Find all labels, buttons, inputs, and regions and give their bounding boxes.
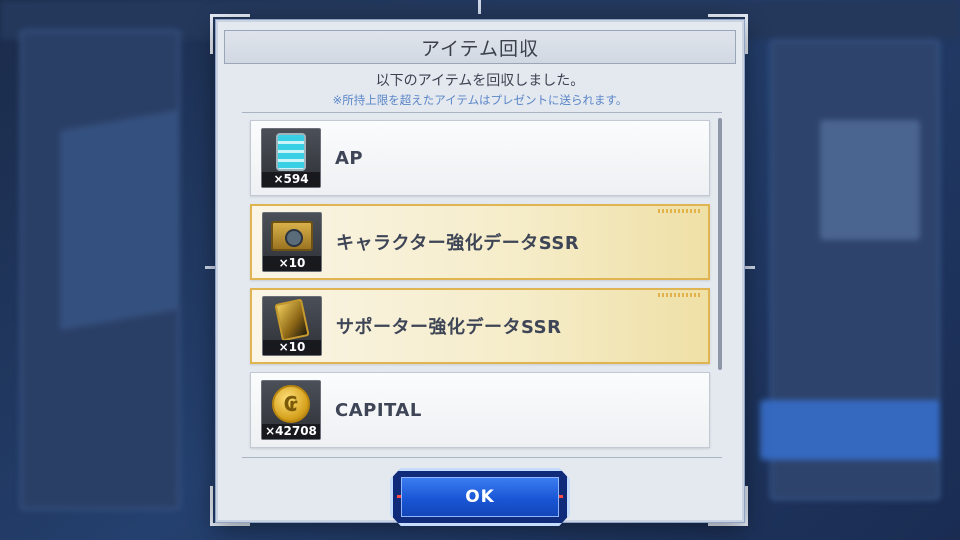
list-item: ×594 AP: [250, 120, 710, 196]
item-thumbnail: ×10: [262, 212, 322, 272]
item-name: CAPITAL: [335, 399, 422, 421]
list-item: ₢ ×42708 CAPITAL: [250, 372, 710, 448]
item-recovery-dialog: アイテム回収 以下のアイテムを回収しました。 ※所持上限を超えたアイテムはプレゼ…: [216, 20, 744, 522]
ap-canister-icon: [276, 133, 306, 171]
item-thumbnail: ×594: [261, 128, 321, 188]
supporter-data-card-icon: [274, 298, 310, 342]
item-thumbnail: ₢ ×42708: [261, 380, 321, 440]
item-quantity: ×594: [262, 172, 320, 187]
dialog-note: ※所持上限を超えたアイテムはプレゼントに送られます。: [332, 93, 628, 107]
dialog-header: アイテム回収: [224, 30, 736, 64]
list-scrollbar[interactable]: [718, 118, 722, 370]
list-item: ×10 キャラクター強化データSSR: [250, 204, 710, 280]
item-name: AP: [335, 147, 364, 169]
character-data-case-icon: [271, 221, 313, 251]
rarity-tag: [658, 209, 702, 213]
dialog-title: アイテム回収: [420, 37, 540, 60]
item-quantity: ×10: [263, 340, 321, 355]
item-thumbnail: ×10: [262, 296, 322, 356]
frame-tick: [745, 266, 755, 269]
rarity-tag: [658, 293, 702, 297]
capital-coin-icon: ₢: [272, 385, 310, 423]
frame-tick: [205, 266, 215, 269]
item-name: サポーター強化データSSR: [336, 317, 562, 338]
ok-button[interactable]: OK: [401, 477, 559, 517]
ok-button-frame: OK: [390, 468, 570, 526]
dialog-message: 以下のアイテムを回収しました。: [375, 73, 585, 89]
list-item: ×10 サポーター強化データSSR: [250, 288, 710, 364]
item-quantity: ×42708: [262, 424, 320, 439]
item-quantity: ×10: [263, 256, 321, 271]
frame-tick: [478, 0, 481, 14]
item-name: キャラクター強化データSSR: [336, 233, 580, 254]
